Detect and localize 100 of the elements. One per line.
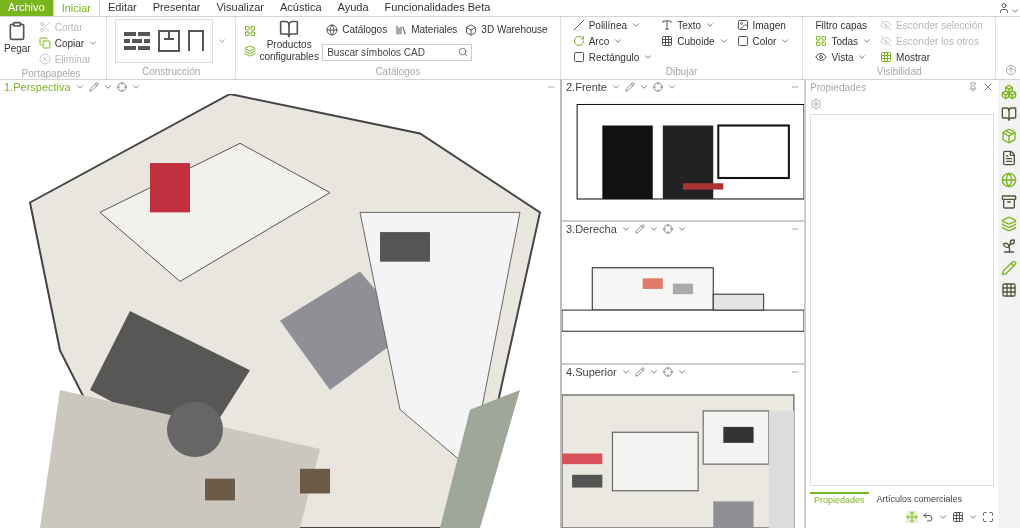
tool-icon: [880, 51, 893, 63]
pencil-icon[interactable]: [634, 224, 645, 234]
tool-icon: [661, 19, 674, 31]
group-label: Dibujar: [664, 65, 699, 79]
group-label: Catálogos: [374, 65, 422, 79]
side-tool-icon[interactable]: [1001, 150, 1017, 166]
ribbon-button[interactable]: Color: [732, 33, 795, 49]
move-icon[interactable]: [906, 511, 918, 523]
caret-icon: [718, 36, 729, 46]
user-icon[interactable]: [998, 2, 1010, 14]
layout-icon[interactable]: [244, 25, 257, 37]
caret-icon: [130, 82, 141, 92]
side-tool-icon[interactable]: [1001, 238, 1017, 254]
tool-icon: [38, 21, 51, 33]
ribbon-button[interactable]: Catálogos: [322, 21, 392, 38]
ribbon-button[interactable]: Polilínea: [568, 17, 645, 33]
caret-icon: [613, 36, 624, 46]
ribbon-button[interactable]: Materiales: [391, 21, 462, 38]
menu-tab[interactable]: Funcionalidades Beta: [376, 0, 499, 16]
pencil-icon[interactable]: [88, 82, 99, 92]
settings-icon[interactable]: [810, 98, 822, 110]
group-label: Portapapeles: [20, 67, 82, 81]
room-icon: [188, 30, 205, 52]
caret-icon: [705, 20, 716, 30]
grid-icon[interactable]: [952, 511, 964, 523]
tool-icon: [736, 19, 749, 31]
floor-plan-icon: [158, 30, 181, 52]
tool-icon: [815, 35, 828, 47]
fullscreen-icon[interactable]: [982, 511, 994, 523]
viewport-title[interactable]: 2.Frente: [566, 78, 607, 96]
pencil-icon[interactable]: [634, 367, 645, 377]
ribbon-button[interactable]: Imagen: [732, 17, 790, 33]
tool-icon: [395, 23, 408, 36]
caret-icon: [620, 224, 631, 234]
group-label: Construcción: [140, 65, 202, 79]
menu-tab[interactable]: Presentar: [144, 0, 209, 16]
gallery-more-icon[interactable]: [217, 36, 228, 46]
crosshair-icon[interactable]: [662, 224, 673, 234]
caret-icon: [676, 367, 687, 377]
caret-icon: [676, 224, 687, 234]
caret-icon: [648, 367, 659, 377]
ribbon-button[interactable]: Cuboide: [657, 33, 733, 49]
wall-gallery[interactable]: [115, 19, 214, 63]
ribbon-button[interactable]: Vista: [811, 49, 877, 65]
ribbon-button[interactable]: Mostrar: [876, 49, 987, 65]
search-field[interactable]: Buscar símbolos CAD: [322, 43, 473, 61]
ribbon-button[interactable]: Texto: [657, 17, 720, 33]
caret-icon: [643, 52, 654, 62]
caret-icon: [88, 38, 99, 48]
viewport-title[interactable]: 4.Superior: [566, 363, 617, 381]
tool-icon: [880, 35, 893, 47]
caret-icon: [780, 36, 791, 46]
caret-icon: [1010, 6, 1020, 16]
close-icon[interactable]: [982, 81, 994, 93]
menu-tab[interactable]: Visualizar: [208, 0, 272, 16]
ribbon-button[interactable]: 3D Warehouse: [461, 21, 552, 38]
undo-icon[interactable]: [922, 511, 934, 523]
panel-title: Propiedades: [810, 80, 868, 95]
ribbon-button[interactable]: Copiar: [34, 35, 103, 51]
caret-icon: [638, 82, 649, 92]
caret-icon: [968, 512, 978, 522]
layer-filter-label: Filtro capas: [814, 18, 869, 33]
caret-icon: [666, 82, 677, 92]
menu-tab[interactable]: Editar: [100, 0, 145, 16]
tool-icon: [38, 37, 51, 49]
tool-icon: [38, 53, 51, 65]
caret-icon: [938, 512, 948, 522]
tool-icon: [661, 35, 674, 47]
caret-icon: [648, 224, 659, 234]
ribbon-button[interactable]: Arco: [568, 33, 628, 49]
tool-icon: [326, 23, 339, 36]
caret-icon: [74, 82, 85, 92]
crosshair-icon[interactable]: [116, 82, 127, 92]
pin-icon[interactable]: [968, 82, 978, 92]
ribbon-button[interactable]: Rectángulo: [568, 49, 658, 65]
menu-tab[interactable]: Ayuda: [329, 0, 377, 16]
side-tool-icon[interactable]: [1001, 194, 1017, 210]
caret-icon: [620, 367, 631, 377]
brick-wall-icon: [124, 30, 151, 52]
side-tool-icon[interactable]: [1001, 282, 1017, 298]
paste-button[interactable]: Pegar: [0, 17, 35, 67]
viewport-title[interactable]: 3.Derecha: [566, 220, 617, 238]
ribbon-button[interactable]: Todas: [811, 33, 877, 49]
caret-icon: [857, 52, 868, 62]
tool-icon: [572, 19, 585, 31]
products-button[interactable]: Productos configurables: [260, 18, 319, 64]
tool-icon: [736, 35, 749, 47]
clipboard-icon: [7, 21, 28, 41]
crosshair-icon[interactable]: [662, 367, 673, 377]
tool-icon: [465, 23, 478, 36]
catalog-book-icon: [279, 18, 300, 39]
pencil-icon[interactable]: [624, 82, 635, 92]
side-tool-icon[interactable]: [1001, 106, 1017, 122]
caret-icon: [102, 82, 113, 92]
tool-icon: [572, 51, 585, 63]
crosshair-icon[interactable]: [652, 82, 663, 92]
menu-tab[interactable]: Acústica: [272, 0, 330, 16]
panel-tab[interactable]: Artículos comerciales: [872, 493, 967, 507]
collapse-ribbon-icon[interactable]: [1006, 65, 1016, 75]
caret-icon: [631, 20, 641, 30]
